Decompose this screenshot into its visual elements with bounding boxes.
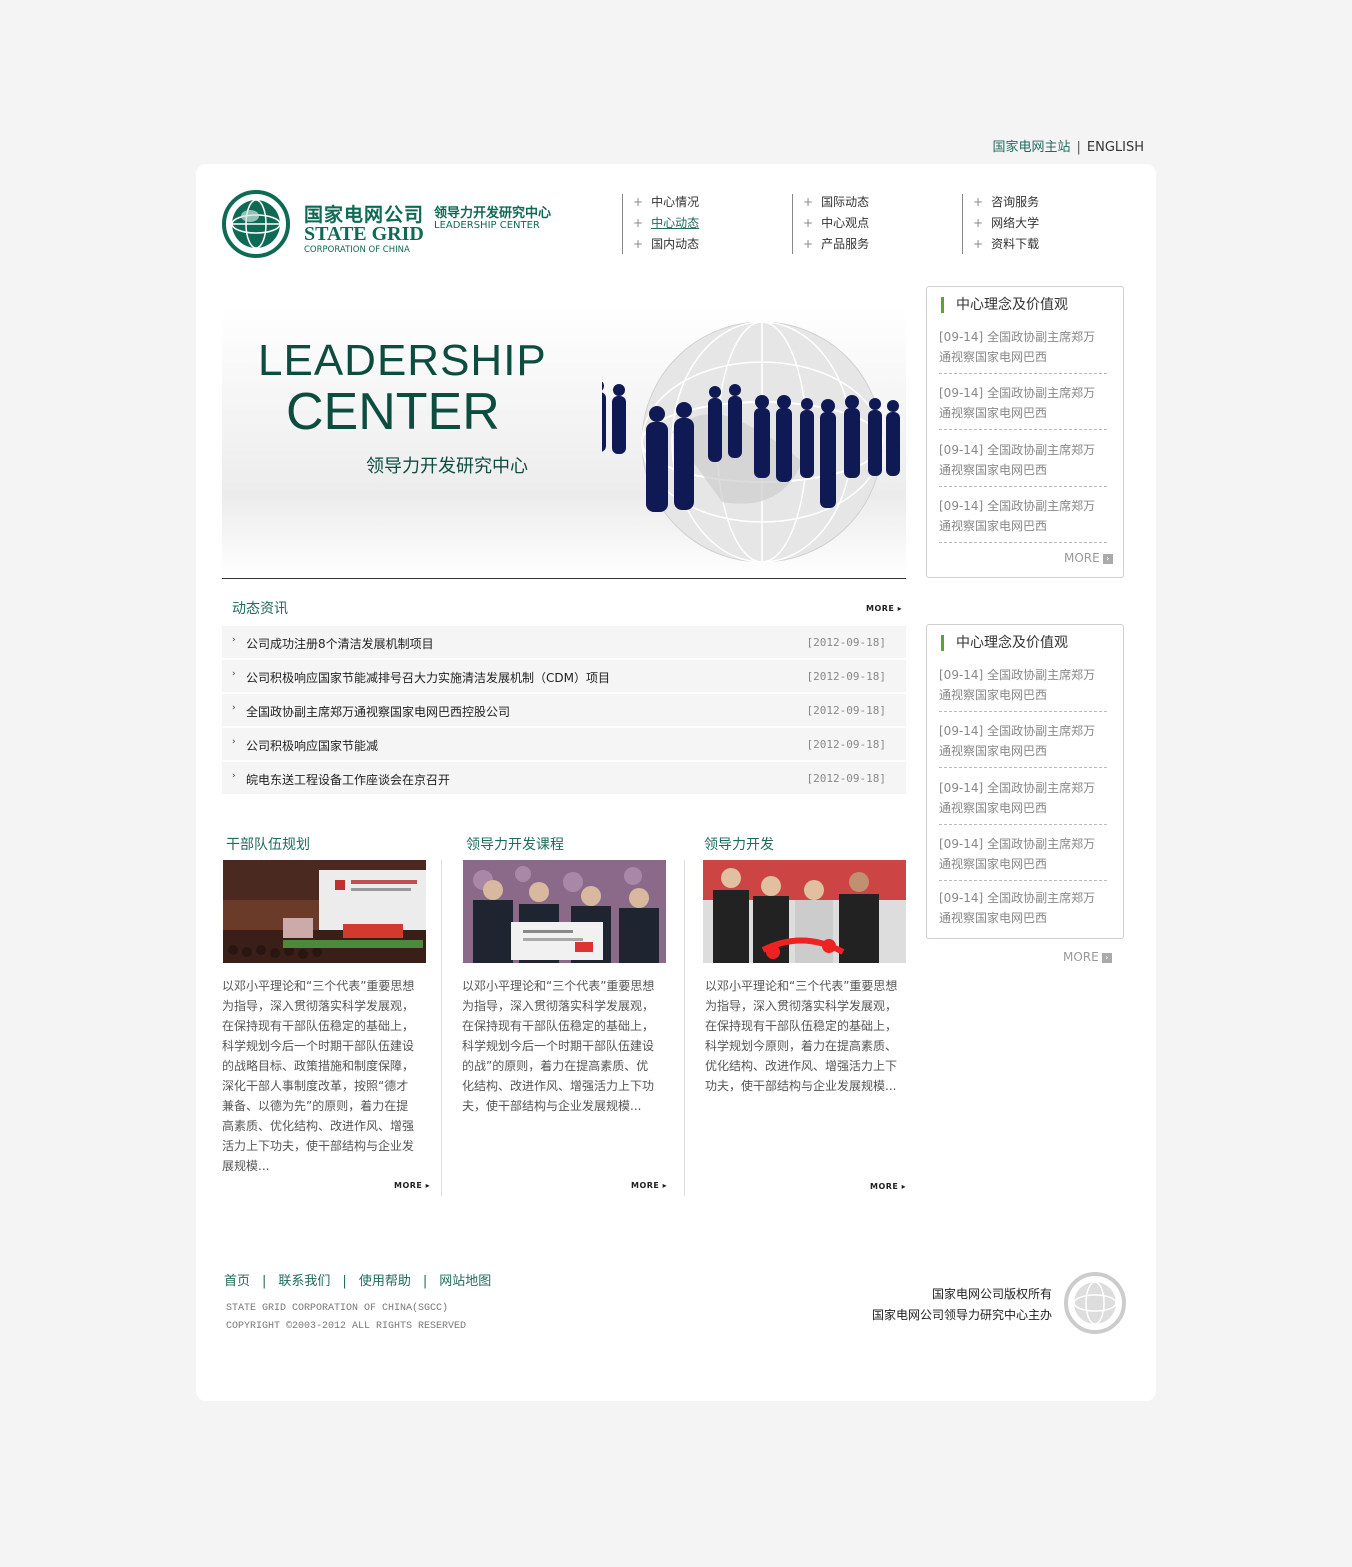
news-row[interactable]: › 全国政协副主席郑万通视察国家电网巴西控股公司 [2012-09-18] (222, 694, 906, 726)
plus-icon: + (633, 237, 644, 251)
sidebar-list-item[interactable]: [09-14] 全国政协副主席郑万通视察国家电网巴西 (939, 496, 1107, 543)
column-more-link[interactable]: MORE ▸ (631, 1181, 667, 1190)
hero-banner: LEADERSHIP CENTER 领导力开发研究中心 (222, 304, 906, 579)
plus-icon: + (633, 195, 644, 209)
news-title[interactable]: 皖电东送工程设备工作座谈会在京召开 (246, 771, 450, 788)
sidebar-list-item[interactable]: [09-14] 全国政协副主席郑万通视察国家电网巴西 (939, 440, 1107, 487)
news-date: [2012-09-18] (806, 738, 886, 751)
news-title[interactable]: 公司成功注册8个清洁发展机制项目 (246, 635, 434, 652)
footer-link-sitemap[interactable]: 网站地图 (439, 1274, 491, 1289)
sidebar-more-link[interactable]: MORE › (1063, 950, 1112, 964)
footer-links: 首页 | 联系我们 | 使用帮助 | 网站地图 (224, 1274, 492, 1289)
banner-line-1: LEADERSHIP (258, 336, 547, 385)
arrow-icon: › (232, 669, 236, 679)
column-title-cadre-planning[interactable]: 干部队伍规划 (226, 834, 310, 854)
sidebar-box-title: 中心理念及价值观 (941, 297, 1068, 313)
banner-subtitle: 领导力开发研究中心 (366, 456, 528, 477)
sidebar-list-item[interactable]: [09-14] 全国政协副主席郑万通视察国家电网巴西 (939, 888, 1107, 934)
sidebar-list-item[interactable]: [09-14] 全国政协副主席郑万通视察国家电网巴西 (939, 327, 1107, 374)
news-row[interactable]: › 公司积极响应国家节能减 [2012-09-18] (222, 728, 906, 760)
logo-company-en-sub: CORPORATION OF CHINA (304, 245, 410, 255)
arrow-icon: › (232, 737, 236, 747)
nav-item-consulting[interactable]: + 咨询服务 (973, 194, 1039, 215)
sidebar-box-values-1: 中心理念及价值观 [09-14] 全国政协副主席郑万通视察国家电网巴西 [09-… (926, 286, 1124, 578)
column-more-link[interactable]: MORE ▸ (394, 1181, 430, 1190)
sidebar-list-item[interactable]: [09-14] 全国政协副主席郑万通视察国家电网巴西 (939, 778, 1107, 825)
logo[interactable]: 国家电网公司 STATE GRID CORPORATION OF CHINA 领… (222, 190, 562, 260)
column-title-leadership-courses[interactable]: 领导力开发课程 (466, 834, 564, 854)
footer-link-help[interactable]: 使用帮助 (359, 1274, 411, 1289)
nav-column-3: + 咨询服务 + 网络大学 + 资料下载 (962, 194, 1039, 254)
nav-column-2: + 国际动态 + 中心观点 + 产品服务 (792, 194, 869, 254)
sidebar-list-item[interactable]: [09-14] 全国政协副主席郑万通视察国家电网巴西 (939, 665, 1107, 712)
news-date: [2012-09-18] (806, 636, 886, 649)
news-section-title: 动态资讯 (232, 601, 288, 617)
news-title[interactable]: 全国政协副主席郑万通视察国家电网巴西控股公司 (246, 703, 510, 720)
english-link[interactable]: ENGLISH (1087, 140, 1144, 155)
separator: | (1076, 140, 1081, 155)
news-title[interactable]: 公司积极响应国家节能减 (246, 737, 378, 754)
sidebar-box-title: 中心理念及价值观 (941, 635, 1068, 651)
column-photo-conference[interactable] (223, 860, 426, 963)
sidebar-box-values-2: 中心理念及价值观 [09-14] 全国政协副主席郑万通视察国家电网巴西 [09-… (926, 624, 1124, 939)
arrow-right-icon: › (1101, 952, 1112, 963)
nav-item-product-services[interactable]: + 产品服务 (803, 236, 869, 257)
plus-icon: + (633, 216, 644, 230)
nav-item-international-news[interactable]: + 国际动态 (803, 194, 869, 215)
nav-item-downloads[interactable]: + 资料下载 (973, 236, 1039, 257)
main-site-link[interactable]: 国家电网主站 (992, 140, 1070, 155)
nav-item-center-info[interactable]: + 中心情况 (633, 194, 699, 215)
footer-link-home[interactable]: 首页 (224, 1274, 250, 1289)
column-divider (441, 860, 442, 1196)
nav-item-online-university[interactable]: + 网络大学 (973, 215, 1039, 236)
news-date: [2012-09-18] (806, 704, 886, 717)
news-row[interactable]: › 皖电东送工程设备工作座谈会在京召开 [2012-09-18] (222, 762, 906, 794)
column-text: 以邓小平理论和“三个代表”重要思想为指导，深入贯彻落实科学发展观，在保持现有干部… (222, 979, 415, 1173)
logo-center-cn: 领导力开发研究中心 (434, 206, 552, 221)
nav-item-center-views[interactable]: + 中心观点 (803, 215, 869, 236)
column-title-leadership-dev[interactable]: 领导力开发 (704, 834, 774, 854)
plus-icon: + (803, 237, 814, 251)
arrow-icon: › (232, 635, 236, 645)
column-photo-ceremony[interactable] (463, 860, 666, 963)
arrow-icon: › (232, 703, 236, 713)
news-title[interactable]: 公司积极响应国家节能减排号召大力实施清洁发展机制（CDM）项目 (246, 669, 610, 686)
arrow-icon: › (232, 771, 236, 781)
sidebar-list-item[interactable]: [09-14] 全国政协副主席郑万通视察国家电网巴西 (939, 834, 1107, 881)
state-grid-logo-icon (222, 190, 290, 258)
sidebar-more-link[interactable]: MORE › (1064, 551, 1113, 565)
main-card: 国家电网公司 STATE GRID CORPORATION OF CHINA 领… (196, 164, 1156, 1401)
plus-icon: + (803, 216, 814, 230)
arrow-right-icon: › (1102, 553, 1113, 564)
logo-company-en: STATE GRID (304, 223, 424, 245)
plus-icon: + (973, 195, 984, 209)
globe-illustration (602, 321, 900, 563)
plus-icon: + (803, 195, 814, 209)
column-text: 以邓小平理论和“三个代表”重要思想为指导，深入贯彻落实科学发展观，在保持现有干部… (705, 979, 898, 1093)
footer-copyright: STATE GRID CORPORATION OF CHINA(SGCC) CO… (226, 1303, 467, 1332)
footer-link-contact[interactable]: 联系我们 (278, 1274, 330, 1289)
sidebar-list-item[interactable]: [09-14] 全国政协副主席郑万通视察国家电网巴西 (939, 721, 1107, 768)
top-links: 国家电网主站 | ENGLISH (992, 136, 1144, 155)
sidebar-list-item[interactable]: [09-14] 全国政协副主席郑万通视察国家电网巴西 (939, 383, 1107, 430)
news-row[interactable]: › 公司积极响应国家节能减排号召大力实施清洁发展机制（CDM）项目 [2012-… (222, 660, 906, 692)
column-more-link[interactable]: MORE ▸ (870, 1182, 906, 1191)
column-photo-ribbon-cutting[interactable] (703, 860, 906, 963)
news-date: [2012-09-18] (806, 772, 886, 785)
nav-item-domestic-news[interactable]: + 国内动态 (633, 236, 699, 257)
column-divider (684, 860, 685, 1196)
nav-column-1: + 中心情况 + 中心动态 + 国内动态 (622, 194, 699, 254)
footer-owner: 国家电网公司版权所有 国家电网公司领导力研究中心主办 (871, 1287, 1052, 1322)
banner-line-2: CENTER (286, 383, 500, 441)
news-row[interactable]: › 公司成功注册8个清洁发展机制项目 [2012-09-18] (222, 626, 906, 658)
plus-icon: + (973, 216, 984, 230)
column-text: 以邓小平理论和“三个代表”重要思想为指导，深入贯彻落实科学发展观，在保持现有干部… (462, 979, 655, 1113)
state-grid-logo-gray-icon (1064, 1272, 1126, 1334)
news-more-link[interactable]: MORE ▸ (866, 604, 902, 613)
plus-icon: + (973, 237, 984, 251)
news-date: [2012-09-18] (806, 670, 886, 683)
nav-item-center-news[interactable]: + 中心动态 (633, 215, 699, 236)
logo-center-en: LEADERSHIP CENTER (434, 220, 540, 231)
